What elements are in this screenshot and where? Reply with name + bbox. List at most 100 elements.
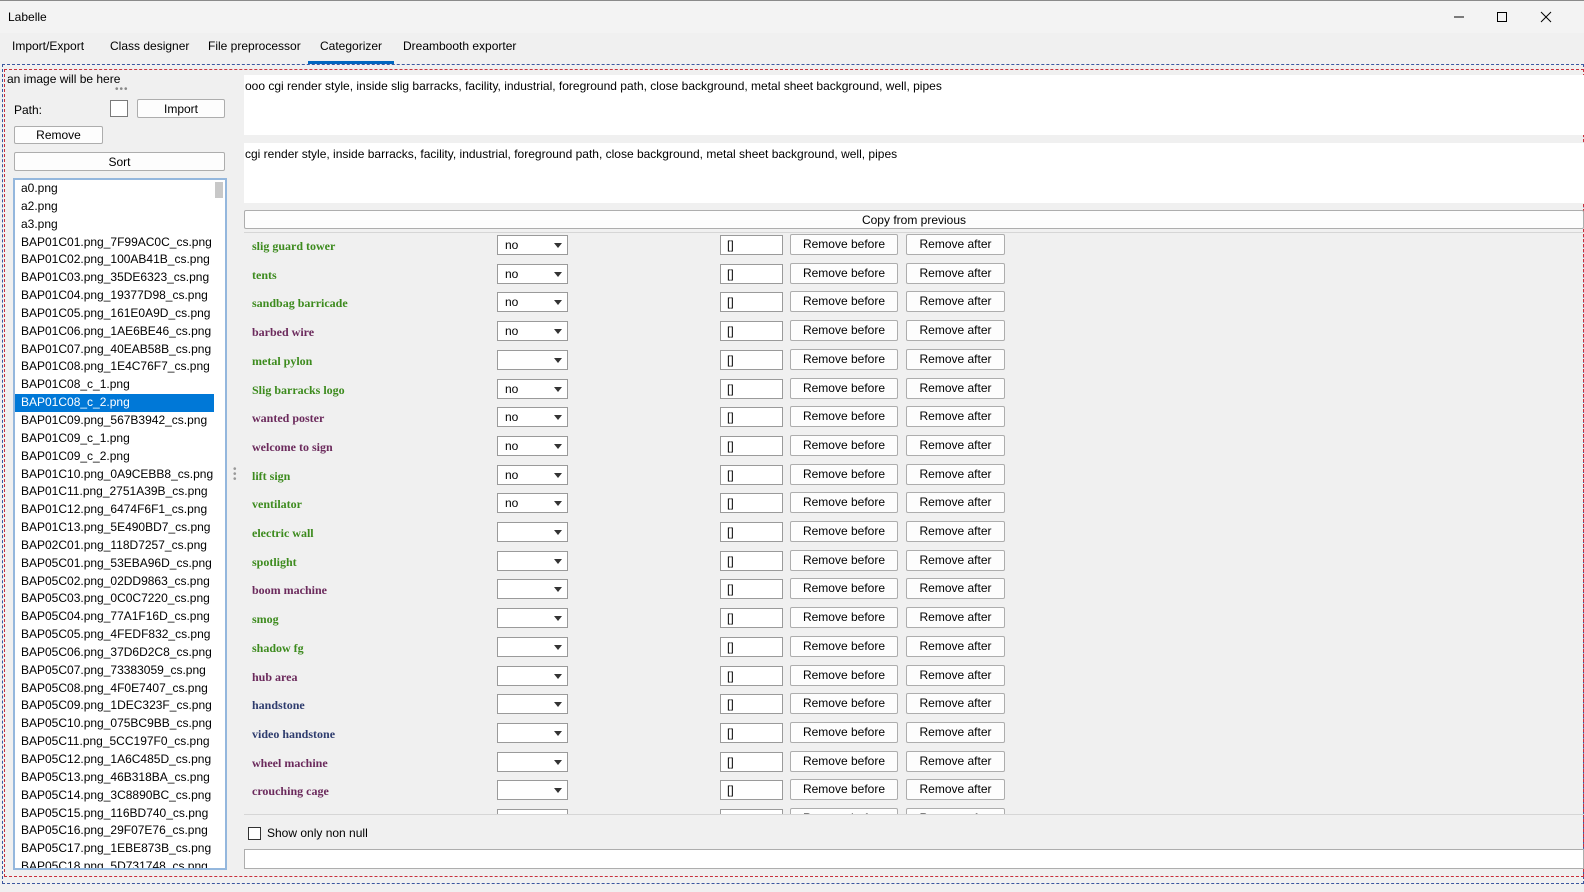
remove-before-button[interactable]: Remove before — [790, 808, 898, 814]
caption-top-textbox[interactable]: ooo cgi render style, inside slig barrac… — [244, 75, 1584, 135]
remove-after-button[interactable]: Remove after — [906, 492, 1005, 514]
file-list-item[interactable]: BAP01C13.png_5E490BD7_cs.png — [15, 519, 214, 537]
tab-import-export[interactable]: Import/Export — [8, 39, 88, 63]
path-input[interactable] — [110, 100, 128, 117]
category-list-field[interactable]: [] — [720, 579, 783, 600]
category-list-field[interactable]: [] — [720, 349, 783, 370]
splitter-handle[interactable]: ••• — [115, 84, 129, 95]
file-list-item[interactable]: BAP05C11.png_5CC197F0_cs.png — [15, 733, 214, 751]
file-list-item[interactable]: BAP05C04.png_77A1F16D_cs.png — [15, 608, 214, 626]
remove-after-button[interactable]: Remove after — [906, 262, 1005, 284]
file-list-item[interactable]: BAP05C06.png_37D6D2C8_cs.png — [15, 644, 214, 662]
category-value-select[interactable]: no — [497, 292, 568, 313]
remove-after-button[interactable]: Remove after — [906, 664, 1005, 686]
remove-after-button[interactable]: Remove after — [906, 549, 1005, 571]
remove-after-button[interactable]: Remove after — [906, 779, 1005, 801]
remove-before-button[interactable]: Remove before — [790, 492, 898, 514]
file-list-item[interactable]: BAP05C08.png_4F0E7407_cs.png — [15, 680, 214, 698]
category-value-select[interactable] — [497, 522, 568, 542]
remove-after-button[interactable]: Remove after — [906, 721, 1005, 743]
remove-after-button[interactable]: Remove after — [906, 377, 1005, 399]
category-value-select[interactable] — [497, 579, 568, 600]
file-list-item[interactable]: BAP01C03.png_35DE6323_cs.png — [15, 269, 214, 287]
remove-before-button[interactable]: Remove before — [790, 578, 898, 600]
file-list-item[interactable]: BAP02C01.png_118D7257_cs.png — [15, 537, 214, 555]
remove-after-button[interactable]: Remove after — [906, 406, 1005, 428]
category-value-select[interactable]: no — [497, 464, 568, 485]
file-list-item[interactable]: BAP05C03.png_0C0C7220_cs.png — [15, 590, 214, 608]
category-list-field[interactable]: [] — [720, 522, 783, 542]
copy-from-previous-button[interactable]: Copy from previous — [244, 210, 1584, 229]
remove-before-button[interactable]: Remove before — [790, 664, 898, 686]
category-value-select[interactable]: no — [497, 235, 568, 255]
remove-after-button[interactable]: Remove after — [906, 635, 1005, 657]
category-value-select[interactable] — [497, 780, 568, 801]
remove-before-button[interactable]: Remove before — [790, 434, 898, 456]
tab-categorizer[interactable]: Categorizer — [308, 39, 395, 64]
category-list-field[interactable]: [] — [720, 235, 783, 255]
file-list-item[interactable]: BAP05C12.png_1A6C485D_cs.png — [15, 751, 214, 769]
file-list-item[interactable]: a2.png — [15, 198, 214, 216]
category-value-select[interactable]: no — [497, 435, 568, 456]
remove-after-button[interactable]: Remove after — [906, 291, 1005, 313]
category-list-field[interactable]: [] — [720, 722, 783, 743]
remove-before-button[interactable]: Remove before — [790, 406, 898, 428]
import-button[interactable]: Import — [137, 99, 225, 118]
category-list-field[interactable]: [] — [720, 636, 783, 657]
tab-class-designer[interactable]: Class designer — [106, 39, 193, 63]
file-list-item[interactable]: BAP05C14.png_3C8890BC_cs.png — [15, 787, 214, 805]
remove-before-button[interactable]: Remove before — [790, 635, 898, 657]
show-only-non-null-checkbox[interactable] — [248, 826, 261, 840]
category-list-field[interactable]: [] — [720, 464, 783, 485]
category-list-field[interactable]: [] — [720, 378, 783, 399]
file-list-item[interactable]: BAP05C17.png_1EBE873B_cs.png — [15, 840, 214, 858]
remove-after-button[interactable]: Remove after — [906, 434, 1005, 456]
remove-before-button[interactable]: Remove before — [790, 463, 898, 485]
file-list-item[interactable]: BAP01C04.png_19377D98_cs.png — [15, 287, 214, 305]
file-list-item[interactable]: a0.png — [15, 180, 214, 198]
category-value-select[interactable] — [497, 349, 568, 370]
category-value-select[interactable] — [497, 694, 568, 715]
tab-dreambooth-exporter[interactable]: Dreambooth exporter — [399, 39, 520, 63]
caption-bottom-textbox[interactable]: cgi render style, inside barracks, facil… — [244, 143, 1584, 203]
category-value-select[interactable]: no — [497, 321, 568, 342]
tab-file-preprocessor[interactable]: File preprocessor — [204, 39, 305, 63]
category-list-field[interactable]: [] — [720, 809, 783, 814]
file-list-item[interactable]: BAP01C07.png_40EAB58B_cs.png — [15, 341, 214, 359]
remove-before-button[interactable]: Remove before — [790, 377, 898, 399]
category-list-field[interactable]: [] — [720, 292, 783, 313]
category-value-select[interactable] — [497, 751, 568, 772]
file-list-item[interactable]: BAP05C01.png_53EBA96D_cs.png — [15, 555, 214, 573]
file-list-item[interactable]: BAP05C13.png_46B318BA_cs.png — [15, 769, 214, 787]
category-list-field[interactable]: [] — [720, 435, 783, 456]
file-list-item[interactable]: BAP05C02.png_02DD9863_cs.png — [15, 573, 214, 591]
remove-after-button[interactable]: Remove after — [906, 234, 1005, 255]
remove-after-button[interactable]: Remove after — [906, 578, 1005, 600]
category-value-select[interactable] — [497, 608, 568, 629]
category-list-field[interactable]: [] — [720, 608, 783, 629]
category-value-select[interactable]: no — [497, 493, 568, 514]
remove-after-button[interactable]: Remove after — [906, 693, 1005, 715]
category-value-select[interactable]: no — [497, 407, 568, 428]
category-list-field[interactable]: [] — [720, 321, 783, 342]
file-list-item[interactable]: BAP01C12.png_6474F6F1_cs.png — [15, 501, 214, 519]
category-list-field[interactable]: [] — [720, 407, 783, 428]
remove-before-button[interactable]: Remove before — [790, 721, 898, 743]
file-list-item[interactable]: BAP05C15.png_116BD740_cs.png — [15, 805, 214, 823]
category-list-field[interactable]: [] — [720, 665, 783, 686]
file-list-item[interactable]: BAP01C09.png_567B3942_cs.png — [15, 412, 214, 430]
file-list-item[interactable]: BAP01C02.png_100AB41B_cs.png — [15, 251, 214, 269]
file-list-item[interactable]: BAP01C09_c_2.png — [15, 448, 214, 466]
remove-before-button[interactable]: Remove before — [790, 234, 898, 255]
remove-after-button[interactable]: Remove after — [906, 750, 1005, 772]
remove-after-button[interactable]: Remove after — [906, 348, 1005, 370]
remove-button[interactable]: Remove — [14, 126, 103, 144]
file-list-item[interactable]: BAP05C05.png_4FEDF832_cs.png — [15, 626, 214, 644]
file-list-item[interactable]: BAP01C08.png_1E4C76F7_cs.png — [15, 358, 214, 376]
file-list-item[interactable]: BAP05C09.png_1DEC323F_cs.png — [15, 697, 214, 715]
category-list-field[interactable]: [] — [720, 694, 783, 715]
file-list-item[interactable]: BAP05C10.png_075BC9BB_cs.png — [15, 715, 214, 733]
category-value-select[interactable]: no — [497, 263, 568, 284]
remove-before-button[interactable]: Remove before — [790, 348, 898, 370]
category-value-select[interactable]: no — [497, 378, 568, 399]
